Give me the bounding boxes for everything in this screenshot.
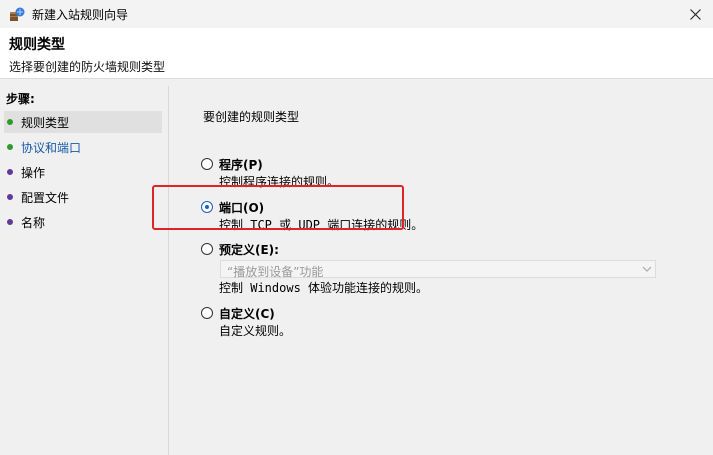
chevron-down-icon xyxy=(642,266,652,272)
option-description: 自定义规则。 xyxy=(219,324,292,338)
step-bullet-icon xyxy=(7,194,13,200)
title-bar: 新建入站规则向导 xyxy=(0,0,713,28)
step-bullet-icon xyxy=(7,219,13,225)
close-button[interactable] xyxy=(677,0,713,28)
steps-title: 步骤: xyxy=(6,92,35,106)
step-label: 名称 xyxy=(21,215,46,230)
step-bullet-icon xyxy=(7,169,13,175)
page-title: 规则类型 xyxy=(9,37,65,53)
predefined-rule-select[interactable]: “播放到设备”功能 xyxy=(220,260,656,279)
radio-custom[interactable] xyxy=(201,307,213,319)
wizard-header: 规则类型 选择要创建的防火墙规则类型 xyxy=(0,28,713,79)
step-label: 协议和端口 xyxy=(21,140,82,155)
step-bullet-icon xyxy=(7,119,13,125)
step-rule-type[interactable]: 规则类型 xyxy=(4,111,162,133)
option-description: 控制 Windows 体验功能连接的规则。 xyxy=(219,281,429,295)
select-value: “播放到设备”功能 xyxy=(227,265,324,279)
radio-program[interactable] xyxy=(201,158,213,170)
steps-panel: 步骤: 规则类型 协议和端口 操作 配置文件 名称 xyxy=(0,86,169,455)
step-bullet-icon xyxy=(7,144,13,150)
close-icon xyxy=(689,8,701,20)
option-label[interactable]: 自定义(C) xyxy=(219,305,275,322)
highlight-box xyxy=(152,185,404,230)
step-protocol-ports[interactable]: 协议和端口 xyxy=(4,136,162,158)
window-title: 新建入站规则向导 xyxy=(32,8,129,22)
step-name[interactable]: 名称 xyxy=(4,211,162,233)
page-subtitle: 选择要创建的防火墙规则类型 xyxy=(9,60,166,74)
step-profile[interactable]: 配置文件 xyxy=(4,186,162,208)
step-action[interactable]: 操作 xyxy=(4,161,162,183)
option-label[interactable]: 预定义(E): xyxy=(219,241,279,258)
rule-type-prompt: 要创建的规则类型 xyxy=(203,110,300,124)
step-label: 操作 xyxy=(21,165,46,180)
option-label[interactable]: 程序(P) xyxy=(219,156,263,173)
firewall-app-icon xyxy=(10,7,25,21)
step-label: 规则类型 xyxy=(21,115,70,130)
step-label: 配置文件 xyxy=(21,190,70,205)
radio-predefined[interactable] xyxy=(201,243,213,255)
